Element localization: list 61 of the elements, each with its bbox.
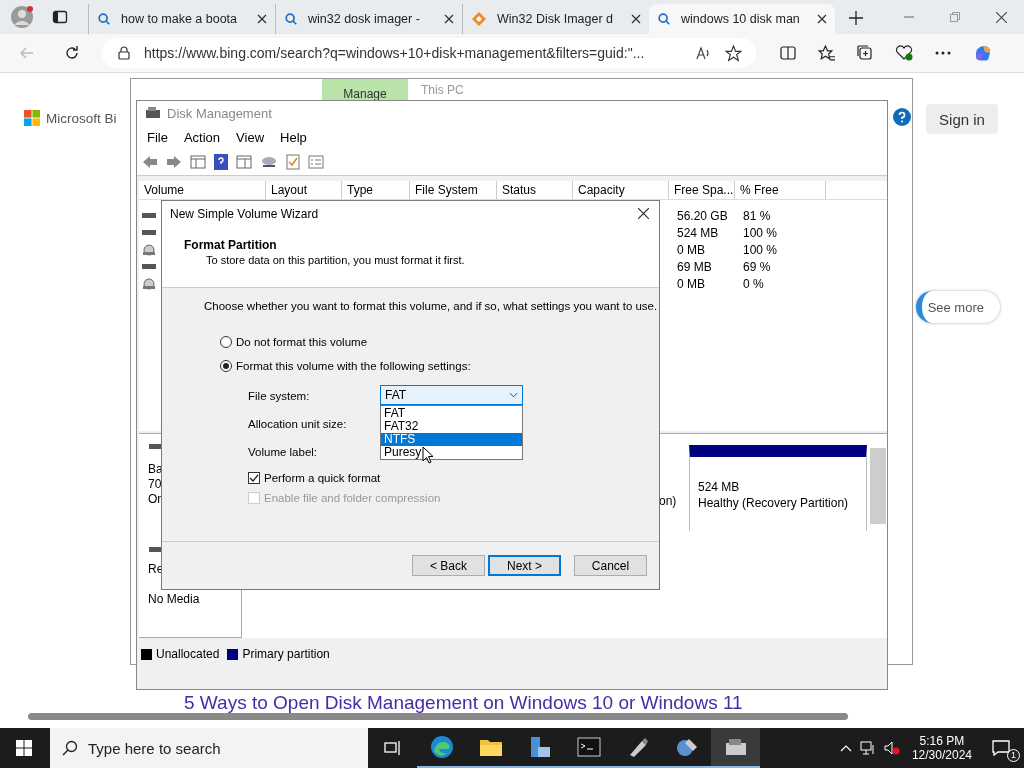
sign-in-button[interactable]: Sign in <box>926 104 998 134</box>
file-system-dropdown[interactable]: FAT <box>380 385 523 405</box>
dropdown-option[interactable]: NTFS <box>381 433 522 446</box>
dropdown-option[interactable]: Puresy <box>381 446 522 459</box>
url-text: https://www.bing.com/search?q=windows+10+disk+management&filters=guid:"... <box>144 45 645 61</box>
taskbar-search-field[interactable]: Type here to search <box>50 728 368 768</box>
instruction-text: Choose whether you want to format this volume, and if so, what settings you want to use. <box>204 300 659 312</box>
notification-count: 1 <box>1007 749 1020 762</box>
checkbox-label[interactable]: Perform a quick format <box>264 471 381 484</box>
address-bar[interactable]: https://www.bing.com/search?q=windows+10+disk+management&filters=guid:"... <box>102 38 756 68</box>
radio-label[interactable]: Format this volume with the following settings: <box>236 360 471 372</box>
table-cell: 69 % <box>743 259 771 274</box>
table-cell: 81 % <box>743 208 771 223</box>
field-label: File system: <box>248 390 310 402</box>
column-header[interactable]: % Free <box>735 181 826 199</box>
field-label: Allocation unit size: <box>248 418 347 430</box>
dialog-title: New Simple Volume Wizard <box>170 206 319 221</box>
wizard-subheading: To store data on this partition, you must format it first. <box>205 254 466 266</box>
disk-label-text: 70 <box>148 477 163 491</box>
ribbon-tab[interactable]: Manage <box>322 79 408 101</box>
table-cell: 100 % <box>743 242 778 257</box>
clock-time[interactable]: 5:16 PM <box>919 734 965 748</box>
column-header[interactable]: Status <box>497 181 573 199</box>
dialog-button[interactable]: Cancel <box>574 555 647 576</box>
table-cell: 0 MB <box>677 276 705 291</box>
dropdown-option[interactable]: FAT32 <box>381 420 522 433</box>
partition-text: on) <box>659 494 677 508</box>
column-header[interactable]: Free Spa... <box>669 181 735 199</box>
clock-date[interactable]: 12/30/2024 <box>911 748 972 762</box>
column-header[interactable]: Type <box>342 181 410 199</box>
dialog-button[interactable]: < Back <box>412 555 485 576</box>
see-more-button[interactable]: See more <box>916 291 1000 323</box>
field-label: Volume label: <box>248 446 318 458</box>
window-title: Disk Management <box>167 105 272 121</box>
radio-label[interactable]: Do not format this volume <box>236 336 368 348</box>
dialog-button[interactable]: Next > <box>488 555 561 576</box>
partition-status: Healthy (Recovery Partition) <box>698 496 850 510</box>
partition-size: 524 MB <box>698 480 741 494</box>
wizard-heading: Format Partition <box>184 238 278 252</box>
column-header[interactable]: Capacity <box>573 181 669 199</box>
table-cell: 56.20 GB <box>677 208 728 223</box>
disk-status: No Media <box>148 592 200 606</box>
table-cell: 100 % <box>743 225 778 240</box>
table-cell: 0 % <box>743 276 764 291</box>
legend-label: Primary partition <box>242 647 330 661</box>
logo-text: Microsoft Bi <box>46 110 117 126</box>
menu-item[interactable]: View <box>236 129 265 145</box>
menu-item[interactable]: Help <box>280 129 307 145</box>
dropdown-option[interactable]: FAT <box>381 407 522 420</box>
table-cell: 0 MB <box>677 242 705 257</box>
menu-item[interactable]: Action <box>183 129 221 145</box>
legend-label: Unallocated <box>156 647 220 661</box>
column-header[interactable]: Layout <box>266 181 342 199</box>
result-headline-link[interactable]: 5 Ways to Open Disk Management on Windows 10 or Windows 11 <box>184 692 743 714</box>
column-header[interactable]: Volume <box>139 181 266 199</box>
column-header[interactable]: File System <box>410 181 497 199</box>
window-title: This PC <box>421 83 464 97</box>
browser-tab[interactable]: windows 10 disk man <box>649 4 835 34</box>
table-cell: 69 MB <box>677 259 712 274</box>
table-cell: 524 MB <box>677 225 719 240</box>
menu-item[interactable]: File <box>147 129 168 145</box>
